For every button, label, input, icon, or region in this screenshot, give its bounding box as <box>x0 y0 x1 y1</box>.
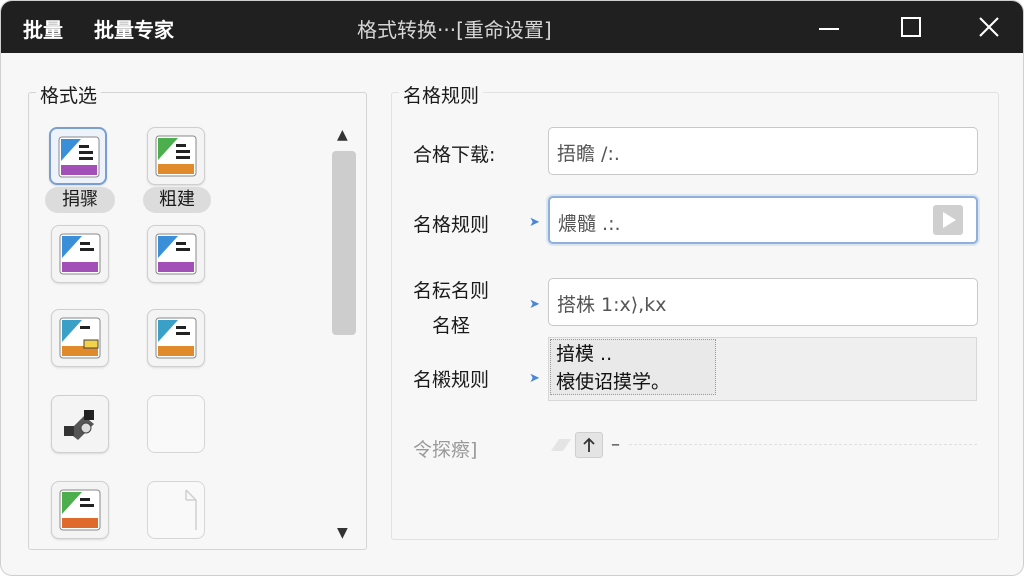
row-4-text-line1: 揞模 .. <box>556 343 613 365</box>
row-4-text-line2: 榱使诏摸学。 <box>556 371 671 393</box>
format-tile-10[interactable] <box>147 481 205 539</box>
format-tile-3[interactable] <box>51 225 109 283</box>
row-3-label-line2: 名柽 <box>432 315 471 337</box>
pointer-arrow-icon: ➤ <box>529 297 540 312</box>
scroll-thumb[interactable] <box>332 151 356 335</box>
maximize-icon <box>901 17 921 37</box>
row-3-input[interactable]: 搭株 1:x⟩,kx <box>548 278 978 326</box>
format-tile-9[interactable] <box>51 481 109 539</box>
scroll-up-icon[interactable]: ▲ <box>337 127 348 143</box>
format-tile-8[interactable] <box>147 395 205 453</box>
scroll-down-icon[interactable]: ▼ <box>337 525 348 541</box>
format-tile-5[interactable] <box>51 309 109 367</box>
minimize-button[interactable] <box>797 1 861 53</box>
menu-batch[interactable]: 批量 <box>23 14 63 43</box>
footer-divider <box>629 444 977 445</box>
document-green-orange-icon <box>155 317 197 359</box>
footer-label: 令探瘵] <box>413 439 478 461</box>
blank-page-icon <box>185 489 197 530</box>
row-1-label: 合格下载: <box>413 144 496 166</box>
format-tile-7[interactable] <box>51 395 109 453</box>
document-blue-purple-icon <box>59 233 101 275</box>
window-title: 格式转换···[重命设置] <box>357 18 552 42</box>
maximize-button[interactable] <box>879 1 943 53</box>
format-tile-2[interactable] <box>147 127 205 185</box>
close-icon <box>979 17 999 37</box>
row-2-input[interactable]: 燶髓 .:. <box>548 196 978 244</box>
format-tile-6[interactable] <box>147 309 205 367</box>
document-green-orange-icon <box>155 135 197 177</box>
pointer-arrow-icon: ➤ <box>529 215 540 230</box>
row-4-label: 名樧规则 <box>413 369 490 391</box>
row-3-label-line1: 名秐名则 <box>413 280 490 302</box>
pointer-arrow-icon: ➤ <box>529 371 540 386</box>
document-green-orange-icon <box>59 489 101 531</box>
format-tile-1-label: 捐骤 <box>45 187 115 213</box>
puzzle-gear-icon <box>64 410 94 440</box>
up-arrow-icon <box>583 437 595 452</box>
menu-batch-expert[interactable]: 批量专家 <box>94 14 174 43</box>
app-window: 批量 批量专家 格式转换···[重命设置] 格式选 捐骤 粗建 ▲ ▼ 名格规则… <box>0 0 1024 576</box>
format-select-label: 格式选 <box>36 81 102 108</box>
document-green-orange-icon <box>59 317 101 359</box>
title-bar: 批量 批量专家 格式转换···[重命设置] <box>1 1 1023 53</box>
play-button[interactable] <box>933 205 963 235</box>
play-icon <box>943 212 956 228</box>
format-tile-1[interactable] <box>49 127 107 185</box>
dash-separator: – <box>611 434 620 455</box>
close-button[interactable] <box>957 1 1021 53</box>
minimize-icon <box>819 28 839 30</box>
upload-button[interactable] <box>575 432 603 458</box>
format-tile-4[interactable] <box>147 225 205 283</box>
row-1-input[interactable]: 捂瞻 /:. <box>548 127 978 175</box>
row-2-label: 名格规则 <box>413 214 490 236</box>
document-blue-purple-icon <box>58 136 100 178</box>
format-tile-2-label: 粗建 <box>143 187 211 213</box>
naming-rules-label: 名格规则 <box>399 81 484 108</box>
link-icon <box>551 439 571 451</box>
document-blue-purple-icon <box>155 233 197 275</box>
